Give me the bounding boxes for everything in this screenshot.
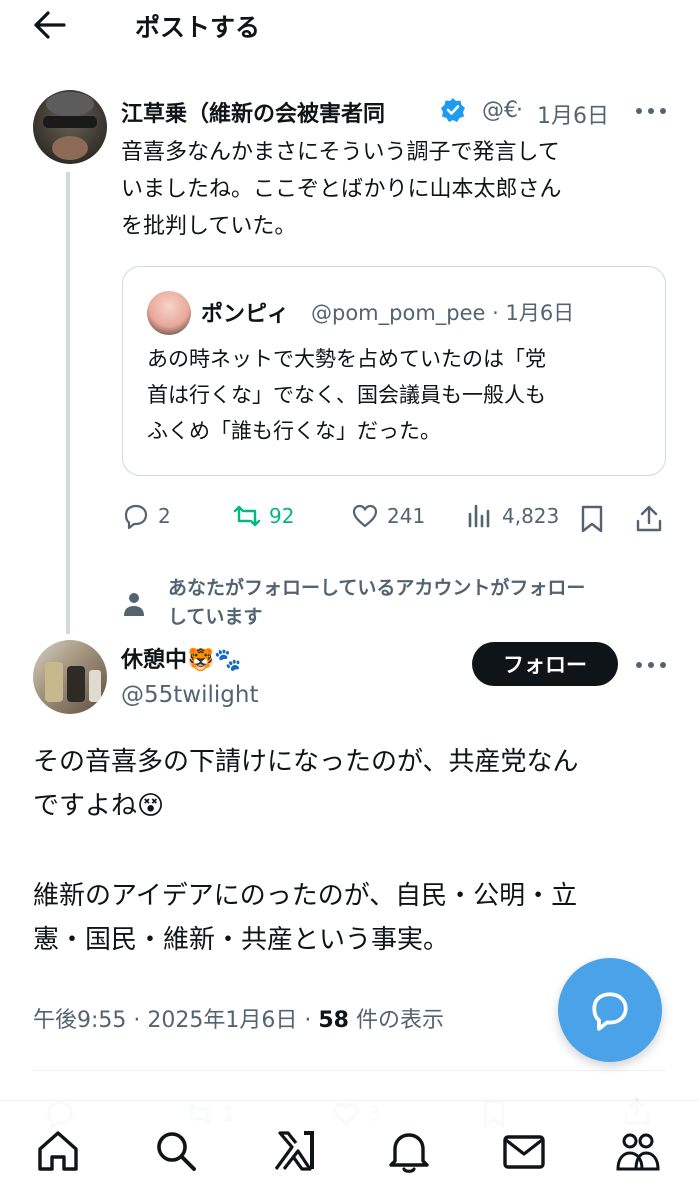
action-bar: 2 92 241 4,823	[0, 502, 699, 538]
messages-icon[interactable]	[500, 1127, 548, 1175]
views-count: 4,823	[502, 504, 560, 528]
share-icon[interactable]	[634, 504, 664, 534]
more-icon[interactable]	[634, 660, 668, 670]
main-post-line: ですよね😵	[33, 791, 165, 821]
heart-icon	[352, 504, 378, 528]
page-title: ポストする	[135, 13, 261, 42]
repost-icon	[233, 505, 261, 527]
bookmark-icon[interactable]	[578, 504, 606, 534]
quote-text-line: 首は行くな」でなく、国会議員も一般人も	[147, 383, 546, 407]
views-count: 58	[318, 1008, 349, 1033]
post-time: 午後9:55 · 2025年1月6日 ·	[33, 1008, 319, 1033]
post-date-separator: ·	[516, 98, 523, 123]
person-icon	[124, 593, 144, 616]
compose-reply-icon	[592, 992, 628, 1031]
post-text-line: 音喜多なんかまさにそういう調子で発言して	[121, 140, 560, 165]
social-context-line: しています	[168, 606, 263, 628]
author-name[interactable]: 江草乗（維新の会被害者同	[121, 96, 385, 128]
avatar[interactable]	[33, 90, 107, 164]
reply-icon	[124, 504, 148, 530]
like-count: 241	[387, 504, 426, 528]
quote-text: あの時ネットで大勢を占めていたのは「党 首は行くな」でなく、国会議員も一般人も …	[147, 341, 647, 449]
author-handle[interactable]: @55twilight	[121, 682, 258, 708]
repost-count: 92	[269, 504, 295, 528]
quote-text-line: ふくめ「誰も行くな」だった。	[147, 419, 441, 443]
author-handle[interactable]: @€	[482, 98, 518, 123]
post-text-line: を批判していた。	[121, 214, 297, 239]
post-text: 音喜多なんかまさにそういう調子で発言して いましたね。ここぞとばかりに山本太郎さ…	[121, 134, 666, 245]
back-arrow-icon[interactable]	[32, 8, 68, 42]
views-button[interactable]: 4,823	[466, 502, 559, 530]
main-post-line: 維新のアイデアにのったのが、自民・公明・立	[33, 881, 578, 911]
main-post-line: 憲・国民・維新・共産という事実。	[33, 925, 450, 955]
author-name[interactable]: 休憩中🐯🐾	[121, 642, 242, 674]
main-post-paragraph: 維新のアイデアにのったのが、自民・公明・立 憲・国民・維新・共産という事実。	[33, 874, 673, 962]
more-icon[interactable]	[634, 106, 668, 116]
compose-reply-button[interactable]	[558, 958, 662, 1062]
notifications-icon[interactable]	[385, 1127, 433, 1175]
main-post-line: その音喜多の下請けになったのが、共産党なん	[33, 747, 579, 777]
thread-line	[66, 172, 70, 634]
repost-button[interactable]: 92	[233, 502, 294, 530]
divider	[33, 1070, 666, 1071]
views-icon	[468, 504, 490, 528]
views-label: 件の表示	[348, 1008, 444, 1033]
quote-author-name: ポンピィ	[201, 302, 290, 327]
post-date[interactable]: 1月6日	[537, 98, 609, 130]
avatar[interactable]	[33, 640, 107, 714]
reply-count: 2	[158, 504, 171, 528]
verified-badge-icon	[441, 98, 465, 122]
post-timestamp[interactable]: 午後9:55 · 2025年1月6日 · 58 件の表示	[33, 1002, 444, 1034]
communities-icon[interactable]	[614, 1127, 662, 1175]
post-text-line: いましたね。ここぞとばかりに山本太郎さん	[121, 177, 562, 202]
reply-button[interactable]: 2	[122, 502, 171, 530]
quote-text-line: あの時ネットで大勢を占めていたのは「党	[147, 347, 546, 371]
home-icon[interactable]	[34, 1127, 82, 1175]
like-button[interactable]: 241	[351, 502, 425, 530]
main-post-paragraph: その音喜多の下請けになったのが、共産党なん ですよね😵	[33, 740, 673, 828]
top-bar: ポストする	[0, 0, 699, 48]
quote-avatar	[147, 291, 191, 335]
search-icon[interactable]	[152, 1127, 200, 1175]
grok-icon[interactable]	[270, 1127, 318, 1175]
bottom-nav	[0, 1100, 699, 1199]
social-context-text: あなたがフォローしているアカウントがフォロー しています	[168, 574, 688, 632]
follow-button[interactable]: フォロー	[472, 642, 618, 686]
quoted-post[interactable]: ポンピィ @pom_pom_pee · 1月6日 あの時ネットで大勢を占めていた…	[122, 266, 666, 476]
quote-handle-date: @pom_pom_pee · 1月6日	[311, 301, 575, 325]
social-context-line: あなたがフォローしているアカウントがフォロー	[168, 577, 586, 599]
